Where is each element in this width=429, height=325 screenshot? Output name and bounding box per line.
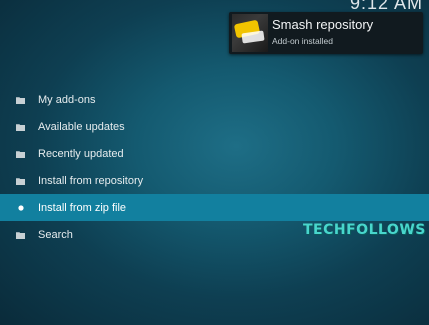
menu-item-recently-updated[interactable]: Recently updated bbox=[0, 140, 429, 167]
menu-item-label: Install from repository bbox=[38, 174, 144, 187]
smash-repository-logo-icon bbox=[232, 14, 268, 52]
folder-icon bbox=[16, 149, 25, 158]
notification-toast: Smash repository Add-on installed bbox=[229, 12, 423, 54]
menu-item-install-from-repository[interactable]: Install from repository bbox=[0, 167, 429, 194]
menu-item-install-from-zip-file[interactable]: Install from zip file bbox=[0, 194, 429, 221]
folder-icon bbox=[16, 122, 25, 131]
notification-title: Smash repository bbox=[272, 17, 374, 32]
folder-icon bbox=[16, 230, 25, 239]
watermark: TECHFOLLOWS bbox=[303, 222, 426, 238]
menu-item-my-addons[interactable]: My add-ons bbox=[0, 86, 429, 113]
menu-item-label: Install from zip file bbox=[38, 201, 127, 214]
menu-item-label: Available updates bbox=[38, 120, 125, 133]
folder-icon bbox=[16, 95, 25, 104]
folder-icon bbox=[16, 176, 25, 185]
menu-item-label: Search bbox=[38, 228, 73, 241]
menu-item-label: My add-ons bbox=[38, 93, 96, 106]
menu-item-available-updates[interactable]: Available updates bbox=[0, 113, 429, 140]
menu-item-label: Recently updated bbox=[38, 147, 124, 160]
dot-icon bbox=[16, 203, 25, 212]
notification-subtitle: Add-on installed bbox=[272, 36, 333, 46]
